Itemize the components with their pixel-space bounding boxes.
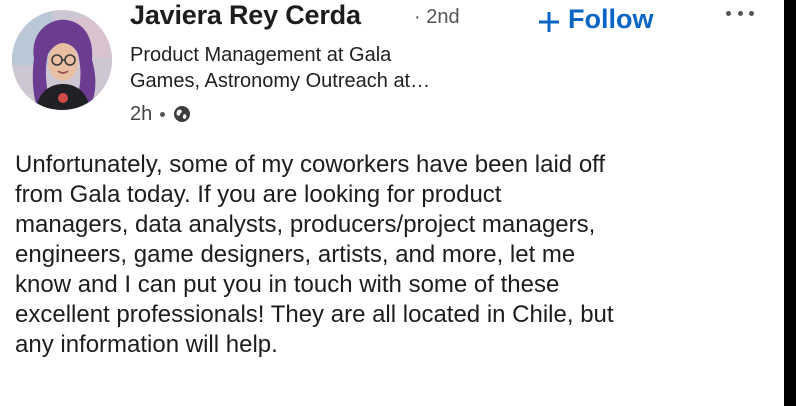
post-body: Unfortunately, some of my coworkers have… bbox=[15, 150, 775, 360]
post-text-line: managers, data analysts, producers/proje… bbox=[15, 211, 596, 238]
follow-label: Follow bbox=[568, 4, 654, 34]
more-dot bbox=[726, 10, 731, 16]
separator-dot bbox=[160, 111, 166, 117]
post-text-line: any information will help. bbox=[15, 331, 278, 358]
post-text-line: know and I can put you in touch with som… bbox=[15, 271, 560, 298]
author-name[interactable]: Javiera Rey Cerda bbox=[130, 0, 361, 31]
follow-button[interactable]: Follow bbox=[538, 4, 653, 35]
post-card: Javiera Rey Cerda · 2nd Product Manageme… bbox=[0, 0, 784, 406]
post-meta: 2h bbox=[130, 102, 191, 126]
connection-degree: · 2nd bbox=[414, 6, 460, 28]
post-text-line: from Gala today. If you are looking for … bbox=[15, 181, 502, 208]
avatar-photo bbox=[12, 10, 112, 110]
avatar[interactable] bbox=[12, 10, 112, 110]
plus-icon bbox=[538, 9, 560, 32]
globe-icon bbox=[173, 105, 191, 123]
post-text-line: Unfortunately, some of my coworkers have… bbox=[15, 151, 606, 178]
post-text-line: excellent professionals! They are all lo… bbox=[15, 301, 614, 328]
post-text-line: engineers, game designers, artists, and … bbox=[15, 241, 576, 268]
more-dot bbox=[737, 10, 743, 16]
more-options-icon[interactable] bbox=[726, 6, 754, 20]
headline-line: Product Management at Gala bbox=[130, 44, 392, 66]
more-dot bbox=[749, 10, 754, 16]
headline-line: Games, Astronomy Outreach at… bbox=[130, 70, 431, 92]
post-time: 2h bbox=[130, 102, 153, 125]
author-headline: Product Management at Gala Games, Astron… bbox=[130, 42, 530, 94]
